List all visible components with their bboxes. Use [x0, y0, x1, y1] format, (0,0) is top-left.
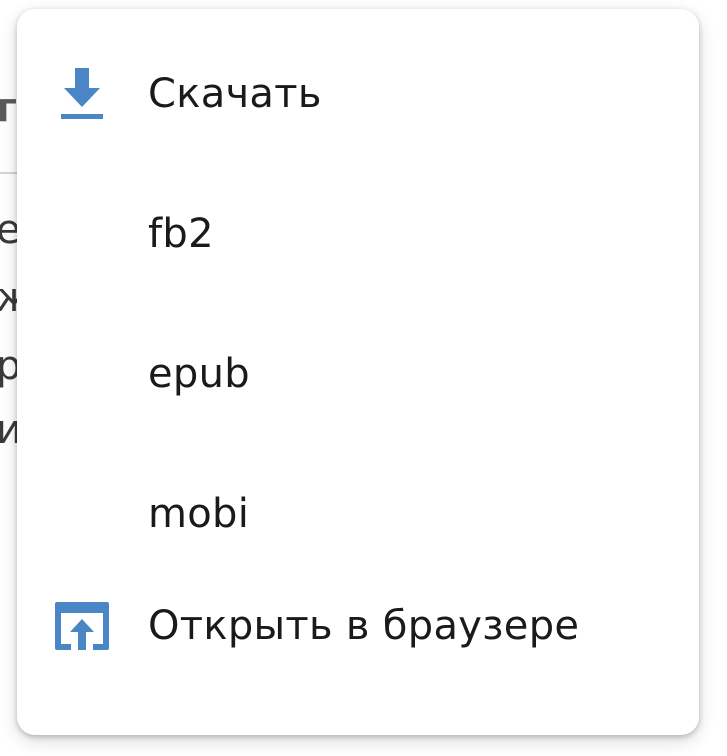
menu-item-label: Скачать — [148, 71, 322, 117]
popup-menu: Скачать fb2 epub mobi Открыть в браузере — [17, 9, 699, 735]
menu-item-label: Открыть в браузере — [148, 603, 580, 649]
menu-item-open-in-browser[interactable]: Открыть в браузере — [17, 556, 699, 696]
menu-item-download[interactable]: Скачать — [17, 24, 699, 164]
open-in-browser-icon — [51, 595, 113, 657]
menu-item-label: mobi — [148, 491, 250, 537]
download-icon — [51, 63, 113, 125]
background-heading-fragment: г — [0, 85, 17, 131]
menu-item-fb2[interactable]: fb2 — [17, 164, 699, 304]
menu-item-label: fb2 — [148, 211, 214, 257]
menu-item-label: epub — [148, 351, 250, 397]
menu-item-epub[interactable]: epub — [17, 304, 699, 444]
